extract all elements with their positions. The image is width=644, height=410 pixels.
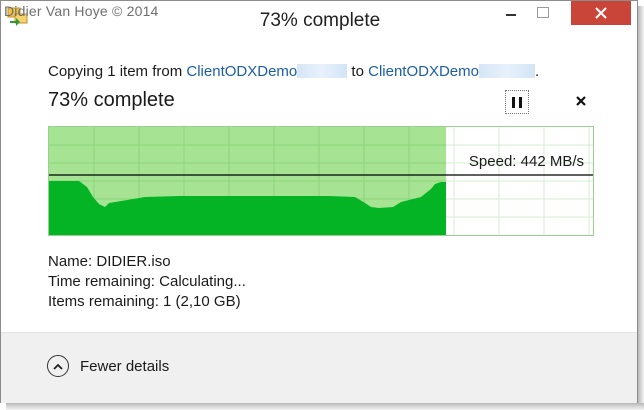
window-shadow-bottom <box>6 403 644 410</box>
cancel-button[interactable] <box>572 92 590 110</box>
time-remaining-value: Calculating... <box>159 273 246 290</box>
redacted-source <box>297 64 348 78</box>
close-icon <box>595 7 607 19</box>
copy-prefix: Copying 1 item from <box>48 63 187 80</box>
copy-progress-dialog: Didier Van Hoye © 2014 73% complete Copy… <box>0 0 638 403</box>
copy-description: Copying 1 item from ClientODXDemo to Cli… <box>48 63 539 80</box>
maximize-button[interactable] <box>529 1 557 23</box>
copy-suffix: . <box>535 63 540 80</box>
destination-link[interactable]: ClientODXDemo <box>368 63 479 80</box>
pause-icon <box>510 96 524 108</box>
redacted-destination <box>479 64 535 78</box>
title-bar[interactable]: Didier Van Hoye © 2014 73% complete <box>1 1 637 43</box>
time-remaining-row: Time remaining: Calculating... <box>48 272 246 292</box>
progress-percent: 73% complete <box>48 89 175 111</box>
copy-to: to <box>347 63 369 80</box>
maximize-icon <box>537 6 549 18</box>
speed-label: Speed: 442 MB/s <box>468 153 584 170</box>
name-label: Name: <box>48 253 93 270</box>
items-remaining-row: Items remaining: 1 (2,10 GB) <box>48 292 246 312</box>
minimize-icon <box>506 14 516 16</box>
fewer-details-label: Fewer details <box>80 357 170 375</box>
speed-graph: Speed: 442 MB/s <box>48 126 594 236</box>
name-row: Name: DIDIER.iso <box>48 252 246 272</box>
minimize-button[interactable] <box>497 1 525 23</box>
items-remaining-value: 1 (2,10 GB) <box>163 293 241 310</box>
window-shadow-right <box>638 6 644 406</box>
items-remaining-label: Items remaining: <box>48 293 159 310</box>
name-value: DIDIER.iso <box>96 253 171 270</box>
speed-graph-canvas <box>49 127 593 235</box>
fewer-details-toggle[interactable]: Fewer details <box>47 355 169 377</box>
chevron-up-circle-icon <box>47 355 69 377</box>
time-remaining-label: Time remaining: <box>48 273 155 290</box>
pause-button[interactable] <box>505 90 529 114</box>
details-panel: Name: DIDIER.iso Time remaining: Calcula… <box>48 252 246 312</box>
source-link[interactable]: ClientODXDemo <box>186 63 297 80</box>
window-close-button[interactable] <box>571 1 631 25</box>
footer: Fewer details <box>1 333 637 403</box>
